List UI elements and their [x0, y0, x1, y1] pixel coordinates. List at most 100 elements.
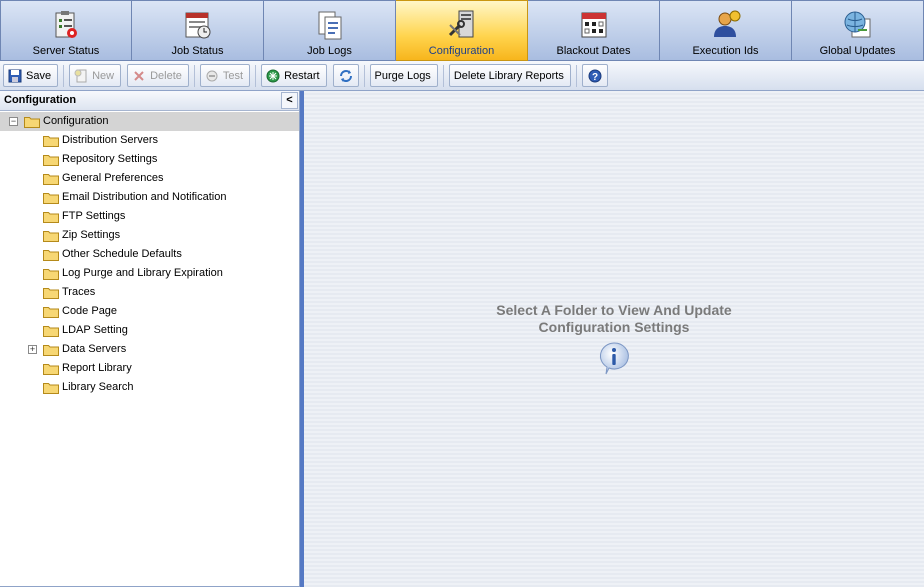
tree-node-data-servers[interactable]: + Data Servers — [0, 340, 299, 359]
toolbar-separator — [363, 64, 365, 87]
tree-node-label: Log Purge and Library Expiration — [62, 267, 223, 279]
tree-node-label: LDAP Setting — [62, 324, 128, 336]
delete-library-reports-button[interactable]: Delete Library Reports — [448, 64, 571, 87]
tab-global-updates[interactable]: Global Updates — [792, 0, 924, 61]
settings-content-area: Select A Folder to View And Update Confi… — [300, 91, 924, 587]
restart-label: Restart — [284, 69, 320, 82]
tab-label: Execution Ids — [692, 45, 759, 57]
tree-node-label: Traces — [62, 286, 96, 298]
tree-node-label: Library Search — [62, 381, 134, 393]
toolbar-separator — [442, 64, 444, 87]
folder-icon — [43, 250, 59, 261]
tree-node-label: General Preferences — [62, 172, 164, 184]
tree-node-other-schedule-defaults[interactable]: Other Schedule Defaults — [0, 245, 299, 264]
tree-node-general-preferences[interactable]: General Preferences — [0, 169, 299, 188]
tree-node-configuration[interactable]: − Configuration — [0, 112, 299, 131]
panel-title: Configuration — [4, 94, 77, 106]
folder-icon — [43, 231, 59, 242]
floppy-disk-icon — [8, 69, 22, 82]
panel-header: Configuration < — [0, 91, 299, 111]
purge-logs-button[interactable]: Purge Logs — [369, 64, 438, 87]
tree-node-library-search[interactable]: Library Search — [0, 378, 299, 397]
tree-node-label: Configuration — [43, 115, 109, 127]
globe-update-icon — [844, 11, 870, 38]
delete-library-reports-label: Delete Library Reports — [453, 69, 564, 82]
collapse-node-icon[interactable]: − — [9, 117, 18, 126]
new-button[interactable]: New — [69, 64, 122, 87]
tree-node-code-page[interactable]: Code Page — [0, 302, 299, 321]
purge-logs-label: Purge Logs — [374, 69, 431, 82]
tree-node-label: Zip Settings — [62, 229, 121, 241]
tree-node-traces[interactable]: Traces — [0, 283, 299, 302]
refresh-icon — [339, 69, 352, 82]
expand-node-icon[interactable]: + — [28, 345, 37, 354]
new-label: New — [92, 69, 115, 82]
new-document-icon — [74, 69, 87, 82]
tab-label: Job Logs — [307, 45, 352, 57]
folder-icon — [43, 364, 59, 375]
job-status-icon — [185, 12, 210, 39]
tree-node-repository-settings[interactable]: Repository Settings — [0, 150, 299, 169]
server-status-icon — [55, 11, 77, 38]
collapse-panel-button[interactable]: < — [281, 92, 298, 109]
folder-icon — [43, 326, 59, 337]
tree-node-email-distribution-and-notification[interactable]: Email Distribution and Notification — [0, 188, 299, 207]
tree-node-zip-settings[interactable]: Zip Settings — [0, 226, 299, 245]
tab-server-status[interactable]: Server Status — [0, 0, 132, 61]
folder-icon — [24, 117, 40, 128]
tree-node-report-library[interactable]: Report Library — [0, 359, 299, 378]
delete-button[interactable]: Delete — [127, 64, 189, 87]
restart-icon — [266, 69, 280, 82]
tree-node-ftp-settings[interactable]: FTP Settings — [0, 207, 299, 226]
empty-state-message: Select A Folder to View And Update Confi… — [304, 302, 924, 336]
folder-icon — [43, 383, 59, 394]
folder-icon — [43, 345, 59, 356]
toolbar-separator — [255, 64, 257, 87]
tab-label: Global Updates — [819, 45, 896, 57]
tree-node-distribution-servers[interactable]: Distribution Servers — [0, 131, 299, 150]
svg-text:?: ? — [592, 72, 598, 83]
folder-icon — [43, 136, 59, 147]
save-label: Save — [26, 69, 52, 82]
tree-node-label: Repository Settings — [62, 153, 158, 165]
save-button[interactable]: Save — [3, 64, 59, 87]
toolbar-separator — [575, 64, 577, 87]
message-line-2: Configuration Settings — [538, 319, 690, 335]
main-tab-bar: Server Status Job Status Job Logs Config… — [0, 0, 924, 61]
folder-icon — [43, 307, 59, 318]
help-icon: ? — [588, 69, 602, 83]
message-line-1: Select A Folder to View And Update — [496, 302, 732, 318]
help-button[interactable]: ? — [581, 64, 608, 87]
tab-blackout-dates[interactable]: Blackout Dates — [528, 0, 660, 61]
user-id-icon — [713, 10, 740, 37]
tree-node-label: Data Servers — [62, 343, 127, 355]
tab-label: Job Status — [171, 45, 224, 57]
configuration-icon — [448, 10, 473, 38]
tab-configuration[interactable]: Configuration — [396, 0, 528, 61]
tab-execution-ids[interactable]: Execution Ids — [660, 0, 792, 61]
tab-job-status[interactable]: Job Status — [132, 0, 264, 61]
folder-icon — [43, 193, 59, 204]
folder-icon — [43, 155, 59, 166]
delete-label: Delete — [150, 69, 182, 82]
refresh-button[interactable] — [332, 64, 359, 87]
toolbar: Save New Delete Test Restart Purge Logs — [0, 61, 924, 91]
tree-node-label: Other Schedule Defaults — [62, 248, 182, 260]
folder-icon — [43, 174, 59, 185]
test-label: Test — [222, 69, 244, 82]
tab-label: Server Status — [32, 45, 100, 57]
tab-label: Blackout Dates — [556, 45, 631, 57]
calendar-icon — [581, 12, 606, 38]
tab-job-logs[interactable]: Job Logs — [264, 0, 396, 61]
info-icon — [599, 342, 629, 375]
tree-node-log-purge-and-library-expiration[interactable]: Log Purge and Library Expiration — [0, 264, 299, 283]
tree-node-label: Report Library — [62, 362, 132, 374]
folder-icon — [43, 212, 59, 223]
tree-node-ldap-setting[interactable]: LDAP Setting — [0, 321, 299, 340]
test-icon — [206, 70, 218, 81]
test-button[interactable]: Test — [199, 64, 251, 87]
job-logs-icon — [318, 11, 341, 40]
toolbar-separator — [193, 64, 195, 87]
tree-node-label: Email Distribution and Notification — [62, 191, 227, 203]
restart-button[interactable]: Restart — [261, 64, 327, 87]
